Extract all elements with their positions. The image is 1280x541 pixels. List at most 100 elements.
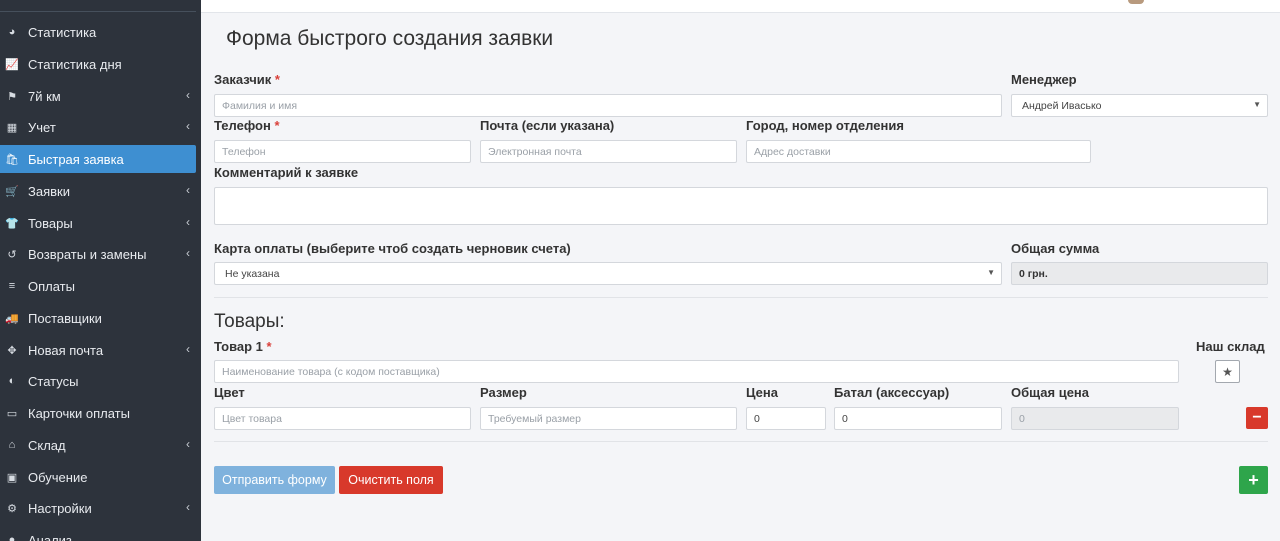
address-input[interactable]: Адрес доставки [746,140,1091,163]
manager-select-value: Андрей Ивасько [1022,99,1102,112]
undo-icon: ↺ [7,248,17,261]
dashboard-icon: ◕ [8,26,16,38]
price-input[interactable]: 0 [746,407,826,430]
chevron-left-icon: ‹ [186,437,190,451]
city-label: Город, номер отделения [746,118,904,133]
sidebar-item-label: Настройки [28,500,92,516]
total-sum-label: Общая сумма [1011,241,1100,256]
sidebar-item-label: Новая почта [28,342,104,358]
batal-input[interactable]: 0 [834,407,1002,430]
analysis-icon: ● [8,534,16,541]
batal-value: 0 [842,412,848,425]
cogs-icon: ⚙ [7,502,17,515]
line-chart-icon: 📈 [5,58,19,71]
sidebar-item-16[interactable]: ● Анализ [0,526,196,541]
submit-form-button[interactable]: Отправить форму [214,466,335,494]
payment-card-select[interactable]: Не указана ▼ [214,262,1002,285]
size-input[interactable]: Требуемый размер [480,407,737,430]
signpost-icon: ⚑ [7,90,17,103]
sidebar-item-label: 7й км [28,88,61,104]
chevron-left-icon: ‹ [186,119,190,133]
sidebar-item-4[interactable]: 🛍 Быстрая заявка [0,145,196,173]
sidebar-item-6[interactable]: 👕 Товары ‹ [0,209,196,237]
email-placeholder: Электронная почта [488,145,582,158]
phone-input[interactable]: Телефон [214,140,471,163]
email-input[interactable]: Электронная почта [480,140,737,163]
customer-name-input[interactable]: Фамилия и имя [214,94,1002,117]
sidebar-item-1[interactable]: 📈 Статистика дня [0,50,196,78]
customer-name-placeholder: Фамилия и имя [222,99,298,112]
plus-icon: + [1248,469,1259,490]
our-stock-label: Наш склад [1196,339,1265,354]
sidebar-item-label: Товары [28,215,73,231]
sidebar-item-label: Карточки оплаты [28,405,130,421]
star-icon: ★ [1222,364,1233,379]
price-label: Цена [746,385,778,400]
phone-placeholder: Телефон [222,145,266,158]
sidebar-item-label: Склад [28,437,66,453]
top-bar [201,0,1280,13]
add-product-button[interactable]: + [1239,466,1268,494]
required-mark: * [266,339,272,354]
sidebar-item-label: Оплаты [28,278,75,294]
price-value: 0 [754,412,760,425]
color-placeholder: Цвет товара [222,412,282,425]
manager-label: Менеджер [1011,72,1077,87]
email-label: Почта (если указана) [480,118,615,133]
sidebar-item-label: Статистика дня [28,56,122,72]
product-1-label-text: Товар 1 [214,339,263,354]
warehouse-icon: ⌂ [8,439,16,451]
sidebar-item-label: Статусы [28,373,79,389]
comment-textarea[interactable] [214,187,1268,225]
color-input[interactable]: Цвет товара [214,407,471,430]
our-stock-star-button[interactable]: ★ [1215,360,1240,383]
required-mark: * [274,118,280,133]
total-price-field: 0 [1011,407,1179,430]
calculator-icon: ▦ [6,121,18,134]
arrows-icon: ✥ [7,344,17,357]
product-1-label: Товар 1 * [214,339,272,354]
chevron-left-icon: ‹ [186,88,190,102]
sidebar-item-2[interactable]: ⚑ 7й км ‹ [0,82,196,110]
chevron-left-icon: ‹ [186,342,190,356]
sidebar-item-11[interactable]: ◐ Статусы [0,367,196,395]
required-mark: * [274,72,280,87]
phone-label-text: Телефон [214,118,271,133]
manager-select[interactable]: Андрей Ивасько ▼ [1011,94,1268,117]
toggle-icon: ◐ [8,375,16,387]
coins-icon: ≡ [8,280,16,292]
sidebar-item-15[interactable]: ⚙ Настройки ‹ [0,494,196,522]
shopping-bag-icon: 🛍 [5,153,19,166]
customer-label-text: Заказчик [214,72,272,87]
sidebar-item-12[interactable]: ▭ Карточки оплаты [0,399,196,427]
avatar[interactable] [1128,0,1144,4]
product-name-input[interactable]: Наименование товара (с кодом поставщика) [214,360,1179,383]
clear-fields-button[interactable]: Очистить поля [339,466,443,494]
sidebar: ◕ Статистика 📈 Статистика дня ⚑ 7й км ‹ ▦ Учет ‹ 🛍… [0,0,201,541]
dropdown-arrow-icon: ▼ [1253,100,1261,109]
sidebar-item-label: Анализ [28,532,72,541]
sidebar-item-14[interactable]: ▣ Обучение [0,463,196,491]
film-icon: ▣ [6,471,18,484]
shopping-cart-icon: 🛒 [5,185,19,198]
sidebar-item-label: Быстрая заявка [28,151,124,167]
sidebar-item-7[interactable]: ↺ Возвраты и замены ‹ [0,240,196,268]
batal-label: Батал (аксессуар) [834,385,950,400]
dropdown-arrow-icon: ▼ [987,268,995,277]
comment-label: Комментарий к заявке [214,165,359,180]
remove-product-button[interactable]: − [1246,407,1268,429]
sidebar-item-10[interactable]: ✥ Новая почта ‹ [0,336,196,364]
sidebar-item-3[interactable]: ▦ Учет ‹ [0,113,196,141]
sidebar-item-13[interactable]: ⌂ Склад ‹ [0,431,196,459]
sidebar-item-0[interactable]: ◕ Статистика [0,18,196,46]
total-price-label: Общая цена [1011,385,1089,400]
sidebar-item-8[interactable]: ≡ Оплаты [0,272,196,300]
total-sum-field: 0 грн. [1011,262,1268,285]
divider [214,297,1268,298]
sidebar-item-9[interactable]: 🚚 Поставщики [0,304,196,332]
address-placeholder: Адрес доставки [754,145,831,158]
sidebar-item-label: Статистика [28,24,97,40]
sidebar-item-5[interactable]: 🛒 Заявки ‹ [0,177,196,205]
phone-label: Телефон * [214,118,280,133]
payment-card-value: Не указана [225,267,280,280]
